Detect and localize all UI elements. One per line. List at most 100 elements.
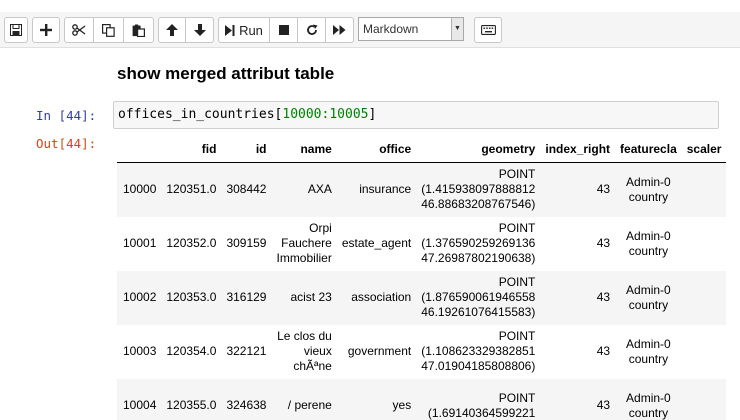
geometry-line: POINT: [498, 329, 536, 343]
cell-office: government: [347, 344, 412, 358]
cell-type-value: Markdown: [363, 22, 419, 36]
cell-type-select[interactable]: Markdown ▼: [358, 17, 464, 41]
save-icon: [10, 24, 22, 36]
output-prompt: Out[44]:: [36, 136, 97, 151]
geometry-line: (1.69140364599221: [427, 405, 536, 420]
code-text: offices_in_countries[: [118, 107, 283, 122]
cell-name-line: AXA: [307, 182, 332, 197]
geometry-line: (1.415938097888812: [421, 182, 536, 197]
cell-id: 308442: [221, 162, 272, 217]
insert-cell-button[interactable]: [32, 17, 60, 43]
cell-id: 309159: [226, 236, 267, 250]
interrupt-button[interactable]: [270, 17, 298, 43]
cell-index-right: 43: [596, 236, 611, 250]
column-header: id: [221, 136, 272, 163]
restart-button[interactable]: [298, 17, 326, 43]
geometry-line: POINT: [498, 275, 536, 289]
cell-featurecla: Admin-0 country: [615, 270, 682, 325]
column-header: index_right: [540, 136, 616, 163]
cell-geometry: POINT (1.376590259269136 47.26987802190638…: [416, 217, 540, 271]
column-header: scaler: [681, 136, 727, 163]
restart-run-all-button[interactable]: [326, 17, 354, 43]
run-label: Run: [239, 22, 263, 38]
cell-fid: 120353.0: [161, 270, 222, 325]
save-button[interactable]: [4, 17, 28, 43]
step-forward-icon: [225, 24, 235, 36]
cell-featurecla: Admin-0 country: [615, 217, 682, 271]
arrow-up-icon: [166, 24, 178, 36]
scissors-icon: [72, 24, 86, 36]
cell-index-right: 43: [596, 344, 611, 358]
row-index: 10004: [117, 378, 162, 420]
dataframe-output: fid id name office geometry index_right …: [117, 136, 727, 420]
cell-name-line: acist 23: [290, 290, 332, 304]
cell-name-line: / perene: [287, 398, 332, 412]
code-cell-input[interactable]: offices_in_countries[10000:10005]: [113, 101, 719, 129]
featurecla-line: Admin-0: [626, 336, 671, 351]
run-button[interactable]: Run: [218, 17, 270, 43]
chevron-down-icon: ▼: [451, 18, 463, 40]
cell-office: yes: [336, 378, 417, 420]
cell-fid: 120354.0: [166, 344, 217, 358]
cell-fid: 120355.0: [161, 378, 222, 420]
plus-icon: [40, 24, 52, 36]
move-up-button[interactable]: [158, 17, 186, 43]
row-index: 10001: [123, 236, 157, 250]
geometry-line: POINT: [498, 221, 536, 235]
featurecla-line: country: [628, 297, 669, 312]
geometry-line: POINT: [498, 390, 536, 405]
cell-name: Le clos du vieux chÃªne: [271, 325, 336, 379]
cell-featurecla: Admin-0 country: [615, 378, 682, 420]
geometry-line: 47.26987802190638): [421, 251, 536, 265]
cut-button[interactable]: [64, 17, 94, 43]
code-slice: 10000:10005: [282, 107, 369, 122]
cell-office: insurance: [336, 162, 417, 217]
column-header: fid: [161, 136, 222, 163]
cell-id: 324638: [221, 378, 272, 420]
cell-name: Orpi Fauchere Immobilier: [271, 217, 336, 271]
table-row: 10001 120352.0 309159 Orpi Fauchere Immobi…: [117, 217, 726, 271]
paste-button[interactable]: [124, 17, 154, 43]
cell-fid: 120352.0: [166, 236, 217, 250]
column-header: name: [271, 136, 337, 163]
stop-icon: [278, 25, 289, 35]
featurecla-line: country: [628, 189, 669, 204]
cell-fid: 120351.0: [161, 162, 222, 217]
geometry-line: (1.376590259269136: [421, 236, 536, 250]
featurecla-line: Admin-0: [626, 228, 671, 243]
cell-name-line: vieux: [303, 344, 332, 358]
copy-button[interactable]: [94, 17, 124, 43]
menu-bar: [0, 0, 740, 10]
command-palette-button[interactable]: [474, 17, 502, 43]
cell-index-right: 43: [540, 162, 616, 217]
cell-name: acist 23: [271, 270, 337, 325]
table-row: 10002 120353.0 316129 acist 23 associati…: [117, 270, 727, 325]
paste-icon: [132, 24, 145, 37]
geometry-line: 46.19261076415583): [421, 305, 536, 319]
table-row: 10000 120351.0 308442 AXA insurance POIN…: [117, 162, 727, 217]
column-header: office: [336, 136, 417, 163]
column-header: [117, 136, 162, 163]
featurecla-line: Admin-0: [626, 174, 671, 189]
cell-name-line: Immobilier: [276, 251, 332, 265]
row-index: 10002: [117, 270, 162, 325]
featurecla-line: country: [628, 405, 669, 420]
move-down-button[interactable]: [186, 17, 214, 43]
geometry-line: POINT: [498, 167, 536, 182]
cell-scaler: [681, 378, 727, 420]
cell-id: 316129: [221, 270, 272, 325]
row-index: 10000: [117, 162, 162, 217]
cell-index-right: 43: [540, 378, 616, 420]
cell-geometry: POINT (1.69140364599221: [416, 378, 541, 420]
table-row: 10004 120355.0 324638 / perene yes POINT…: [117, 378, 727, 420]
code-text-end: ]: [368, 107, 377, 122]
cell-name-line: Le clos du: [277, 329, 332, 343]
cell-index-right: 43: [540, 270, 616, 325]
cell-scaler: [681, 162, 727, 217]
input-prompt: In [44]:: [36, 108, 97, 123]
featurecla-line: Admin-0: [626, 282, 671, 297]
cell-name: / perene: [271, 378, 337, 420]
cell-name-line: Fauchere: [281, 236, 332, 250]
cell-geometry: POINT (1.876590061946558 46.19261076415583…: [416, 270, 541, 325]
featurecla-line: Admin-0: [626, 390, 671, 405]
